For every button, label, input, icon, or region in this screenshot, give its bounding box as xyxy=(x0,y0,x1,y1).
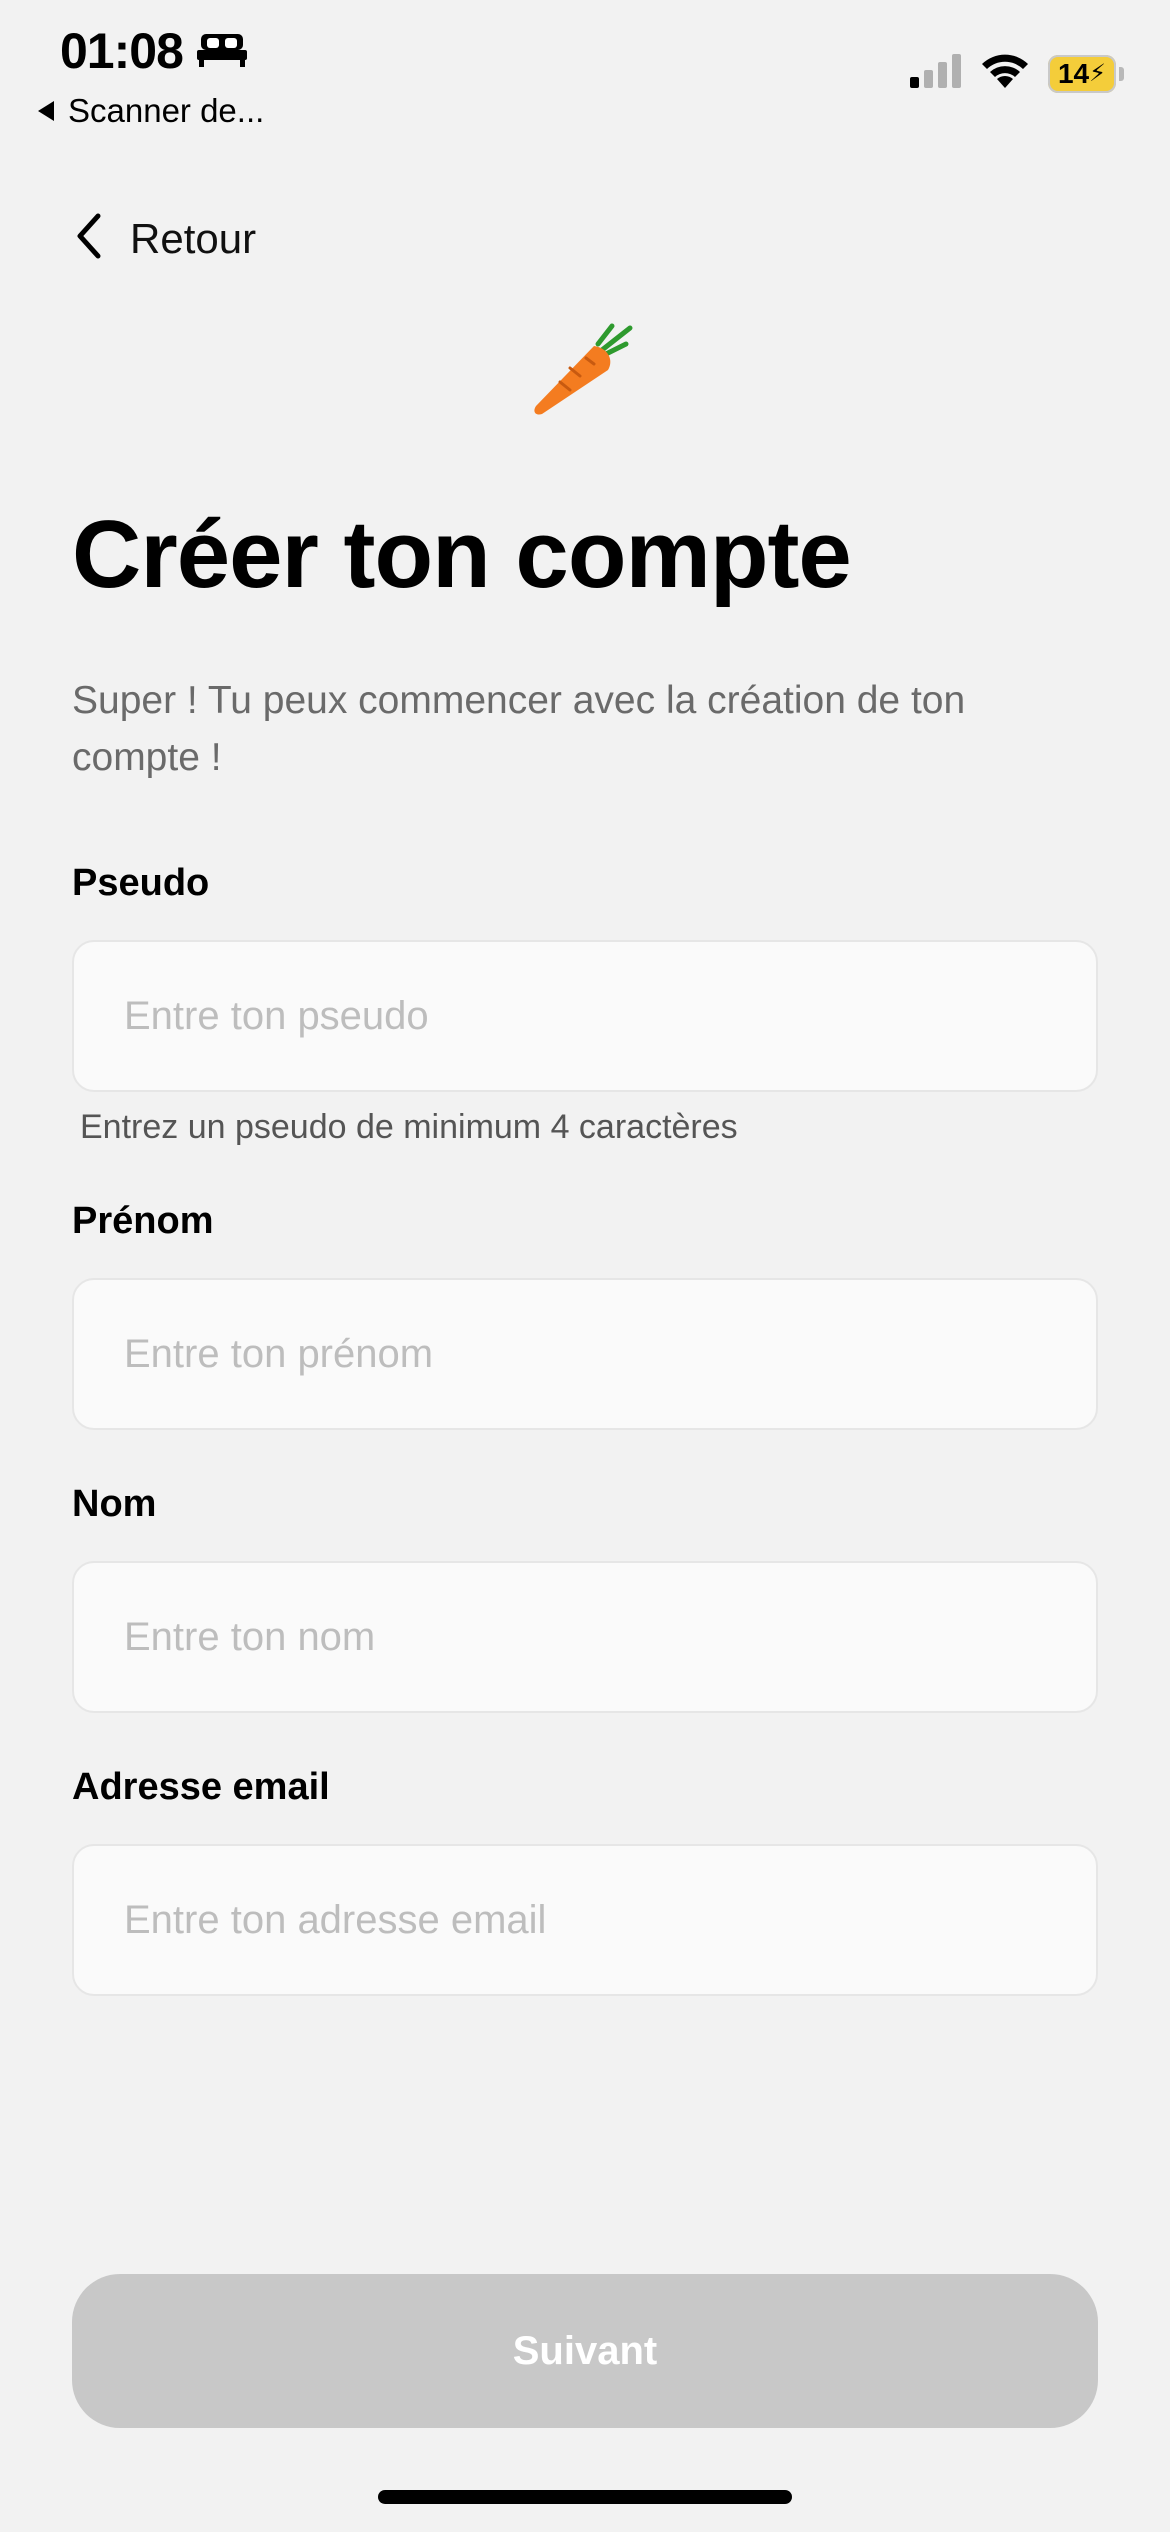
status-time-text: 01:08 xyxy=(60,23,184,79)
page-title: Créer ton compte xyxy=(72,501,852,608)
pseudo-input[interactable] xyxy=(124,993,1096,1039)
next-button[interactable]: Suivant xyxy=(72,2274,1098,2428)
nom-label: Nom xyxy=(72,1483,157,1525)
status-time: 01:08 xyxy=(60,22,247,80)
pseudo-field[interactable] xyxy=(72,940,1098,1092)
back-triangle-icon xyxy=(36,92,56,130)
signup-screen: 01:08 Scanner de... 14 ⚡ Retour Créer to… xyxy=(0,0,1170,2532)
next-button-label: Suivant xyxy=(512,2328,658,2373)
prenom-input[interactable] xyxy=(124,1331,1096,1377)
charging-bolt-icon: ⚡ xyxy=(1089,60,1106,87)
battery-level: 14 xyxy=(1057,57,1090,89)
email-input[interactable] xyxy=(124,1897,1096,1943)
carrot-icon xyxy=(530,318,640,423)
bed-icon xyxy=(196,22,247,80)
prenom-label: Prénom xyxy=(72,1200,214,1242)
status-back-to-app[interactable]: Scanner de... xyxy=(36,92,264,130)
pseudo-hint: Entrez un pseudo de minimum 4 caractères xyxy=(80,1108,738,1146)
status-right: 14 ⚡ xyxy=(910,52,1124,95)
pseudo-label: Pseudo xyxy=(72,862,210,904)
nom-input[interactable] xyxy=(124,1614,1096,1660)
home-indicator[interactable] xyxy=(378,2490,792,2504)
email-label: Adresse email xyxy=(72,1766,330,1808)
page-subtitle: Super ! Tu peux commencer avec la créati… xyxy=(72,679,966,779)
back-button[interactable]: Retour xyxy=(74,212,256,265)
wifi-icon xyxy=(980,52,1030,95)
status-back-app-name: Scanner de... xyxy=(68,92,265,129)
battery-cap xyxy=(1119,66,1124,81)
battery-indicator: 14 ⚡ xyxy=(1048,54,1124,93)
nom-field[interactable] xyxy=(72,1561,1098,1713)
back-button-label: Retour xyxy=(130,214,257,262)
prenom-field[interactable] xyxy=(72,1278,1098,1430)
chevron-left-icon xyxy=(74,212,104,265)
cellular-signal-icon xyxy=(910,53,962,94)
email-field[interactable] xyxy=(72,1844,1098,1996)
